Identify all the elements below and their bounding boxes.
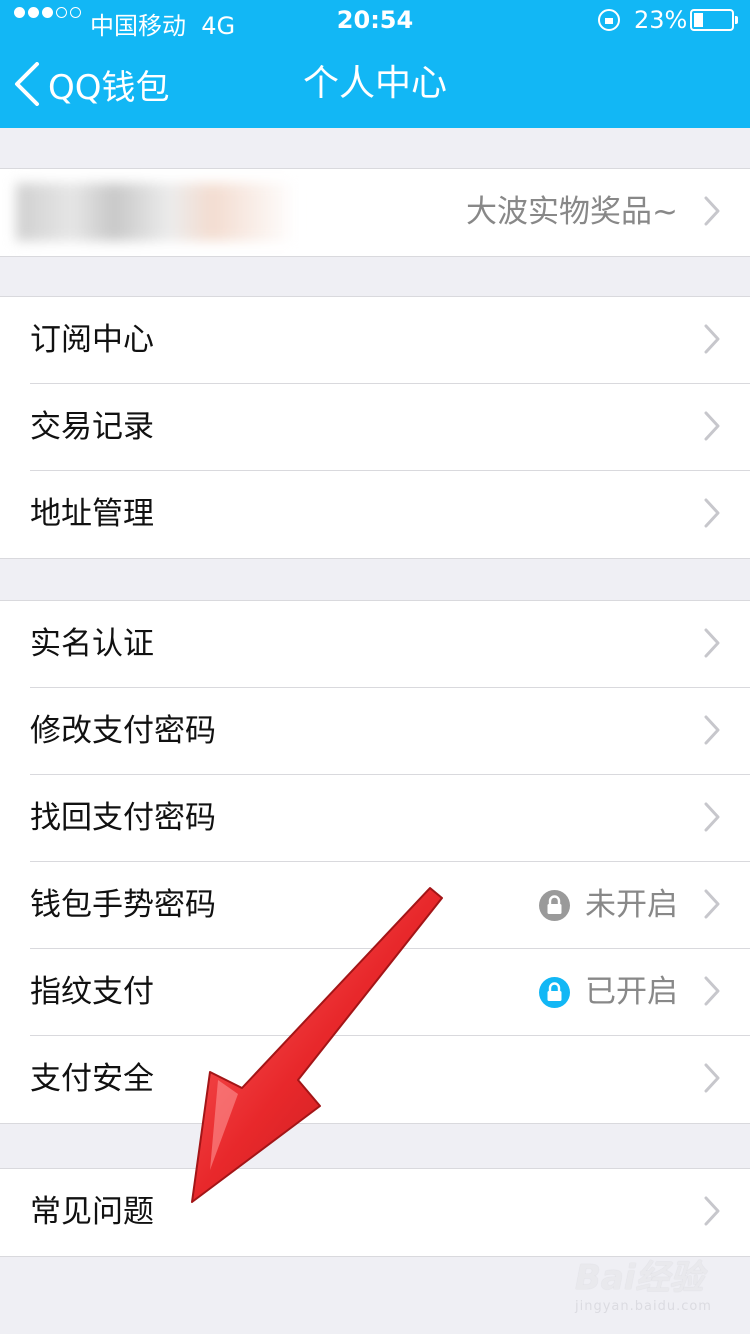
- fingerprint-pay-status: 已开启: [585, 974, 678, 1010]
- chevron-right-icon: [704, 1063, 720, 1093]
- watermark-url: jingyan.baidu.com: [575, 1299, 712, 1314]
- status-bar: 中国移动 4G 20:54 23%: [0, 0, 750, 40]
- orientation-lock-icon: [598, 9, 620, 31]
- redacted-username: [16, 183, 296, 241]
- back-button[interactable]: QQ钱包: [14, 40, 170, 128]
- chevron-right-icon: [704, 411, 720, 441]
- menu-item-label: 地址管理: [30, 496, 154, 532]
- chevron-right-icon: [704, 1196, 720, 1226]
- menu-item-label: 实名认证: [30, 626, 154, 662]
- profile-row[interactable]: 大波实物奖品~: [0, 169, 750, 256]
- baidu-jingyan-watermark: Bai经验 jingyan.baidu.com: [575, 1250, 720, 1322]
- menu-item-address[interactable]: 地址管理: [0, 470, 750, 558]
- watermark-logo: Bai经验: [575, 1258, 704, 1298]
- menu-item-label: 交易记录: [30, 409, 154, 445]
- chevron-right-icon: [704, 628, 720, 658]
- lock-icon: [539, 890, 570, 921]
- menu-item-real-name[interactable]: 实名认证: [0, 601, 750, 688]
- chevron-left-icon: [15, 62, 39, 106]
- menu-group-1: 订阅中心 交易记录 地址管理: [0, 296, 750, 559]
- nav-bar: 个人中心 QQ钱包: [0, 40, 750, 128]
- menu-item-label: 订阅中心: [30, 322, 154, 358]
- chevron-right-icon: [704, 715, 720, 745]
- chevron-right-icon: [704, 324, 720, 354]
- menu-item-label: 找回支付密码: [30, 800, 216, 836]
- menu-item-label: 指纹支付: [30, 974, 154, 1010]
- back-button-label: QQ钱包: [48, 67, 170, 108]
- gesture-password-status: 未开启: [585, 887, 678, 923]
- menu-item-label: 支付安全: [30, 1061, 154, 1097]
- annotation-arrow-icon: [191, 887, 443, 1203]
- lock-icon: [539, 977, 570, 1008]
- menu-item-transactions[interactable]: 交易记录: [0, 383, 750, 471]
- menu-item-subscription[interactable]: 订阅中心: [0, 297, 750, 384]
- chevron-right-icon: [704, 196, 720, 226]
- menu-item-recover-password[interactable]: 找回支付密码: [0, 774, 750, 862]
- battery-icon: [690, 9, 738, 31]
- menu-item-change-password[interactable]: 修改支付密码: [0, 687, 750, 775]
- menu-item-label: 常见问题: [30, 1194, 154, 1230]
- profile-value: 大波实物奖品~: [466, 194, 678, 230]
- menu-item-label: 修改支付密码: [30, 713, 216, 749]
- chevron-right-icon: [704, 498, 720, 528]
- battery-percent: 23%: [634, 6, 688, 34]
- chevron-right-icon: [704, 802, 720, 832]
- chevron-right-icon: [704, 976, 720, 1006]
- chevron-right-icon: [704, 889, 720, 919]
- profile-group: 大波实物奖品~: [0, 168, 750, 257]
